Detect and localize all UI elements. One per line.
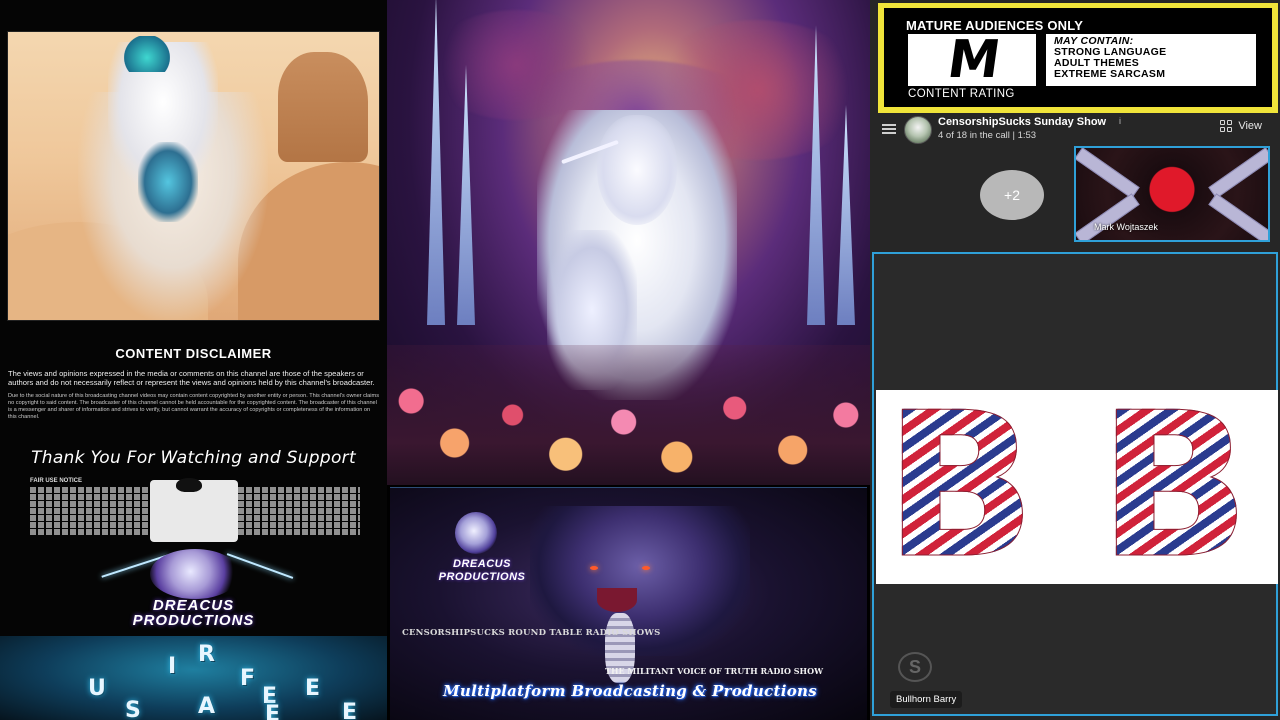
dragon-eye: [590, 566, 598, 570]
rating-footer: CONTENT RATING: [908, 88, 1015, 100]
scramble-letter: E: [305, 676, 327, 701]
group-avatar[interactable]: [904, 116, 932, 144]
unicorn-fantasy-artwork: [387, 0, 870, 485]
dragon-eye: [642, 566, 650, 570]
scramble-letter: S: [125, 698, 147, 720]
participant-tile-mark[interactable]: Mark Wojtaszek: [1074, 146, 1270, 242]
scramble-letter: F: [240, 666, 262, 691]
broadcasting-banner: Multiplatform Broadcasting & Productions: [443, 682, 817, 700]
dreacus-productions-logo: DREACUS PRODUCTIONS: [0, 545, 387, 635]
desert-rock: [278, 52, 368, 162]
skype-icon: S: [898, 652, 932, 682]
scramble-letter: U: [88, 676, 112, 701]
mask-icon: [176, 478, 202, 492]
rating-letter: M: [943, 30, 1001, 90]
menu-icon[interactable]: [882, 124, 896, 134]
grid-icon: [1220, 120, 1233, 132]
video-call-panel: MATURE AUDIENCES ONLY M MAY CONTAIN: STR…: [870, 0, 1280, 720]
rating-card-inner: MATURE AUDIENCES ONLY M MAY CONTAIN: STR…: [884, 8, 1272, 107]
arrow-shape: [1208, 148, 1268, 199]
content-disclaimer: CONTENT DISCLAIMER The views and opinion…: [0, 346, 387, 421]
arrow-shape: [1076, 193, 1140, 240]
thanks-text: Thank You For Watching and Support: [31, 448, 356, 468]
logo-line: DREACUS: [453, 558, 511, 570]
dragon-promo-banner: DREACUS PRODUCTIONS CENSORSHIPSUCKS ROUN…: [390, 487, 867, 720]
logo-line: PRODUCTIONS: [132, 612, 255, 629]
warrior-armor: [138, 142, 198, 222]
view-button[interactable]: View: [1220, 120, 1262, 132]
flag-letter: B: [1097, 370, 1251, 603]
desert-warrior-artwork: [7, 31, 380, 321]
flower-field: [387, 345, 870, 485]
logo-line: PRODUCTIONS: [438, 571, 526, 583]
left-stream-panel: CONTENT DISCLAIMER The views and opinion…: [0, 0, 387, 720]
disclaimer-title: CONTENT DISCLAIMER: [115, 346, 272, 361]
rating-contents: MAY CONTAIN: STRONG LANGUAGE ADULT THEME…: [1046, 34, 1256, 86]
scramble-letter: E: [265, 702, 287, 720]
microphone-icon: [150, 549, 240, 599]
scramble-letter: E: [342, 700, 364, 720]
microphone-icon: [455, 512, 497, 554]
castle-spire: [837, 105, 855, 325]
active-speaker-tile[interactable]: B B S Bullhorn Barry: [872, 252, 1278, 716]
view-label: View: [1238, 120, 1262, 132]
scramble-letter: R: [198, 642, 221, 667]
middle-stream-panel: DREACUS PRODUCTIONS CENSORSHIPSUCKS ROUN…: [387, 0, 870, 720]
scrambled-letters-banner: U S I R A F E E E E: [0, 636, 387, 720]
disclaimer-paragraph: Due to the social nature of this broadca…: [8, 393, 379, 420]
call-header: CensorshipSucks Sunday Show i 4 of 18 in…: [870, 114, 1280, 144]
flag-letter: B: [883, 370, 1037, 603]
call-title[interactable]: CensorshipSucks Sunday Show: [938, 116, 1106, 128]
dragon-mouth: [597, 588, 637, 612]
participant-name: Bullhorn Barry: [890, 691, 963, 708]
feather-headdress: [123, 36, 171, 72]
info-icon[interactable]: i: [1119, 116, 1121, 126]
show-caption: CENSORSHIPSUCKS ROUND TABLE RADIO SHOWS: [402, 628, 661, 638]
rating-letter-box: M: [908, 30, 1036, 90]
call-participant-count: 4 of 18 in the call | 1:53: [938, 130, 1037, 141]
unicorn-head: [597, 115, 677, 225]
arrow-shape: [1076, 148, 1140, 199]
more-participants-badge[interactable]: +2: [980, 170, 1044, 220]
scramble-letter: I: [168, 654, 183, 679]
scramble-letter: A: [198, 694, 222, 719]
rating-item: EXTREME SARCASM: [1054, 68, 1166, 80]
participant-name: Mark Wojtaszek: [1094, 222, 1158, 232]
show-caption: THE MILITANT VOICE OF TRUTH RADIO SHOW: [605, 666, 824, 676]
content-rating-card: MATURE AUDIENCES ONLY M MAY CONTAIN: STR…: [878, 3, 1278, 113]
disclaimer-paragraph: The views and opinions expressed in the …: [8, 369, 375, 387]
arrow-shape: [1208, 193, 1268, 240]
bb-logo-video: B B: [876, 370, 1278, 603]
